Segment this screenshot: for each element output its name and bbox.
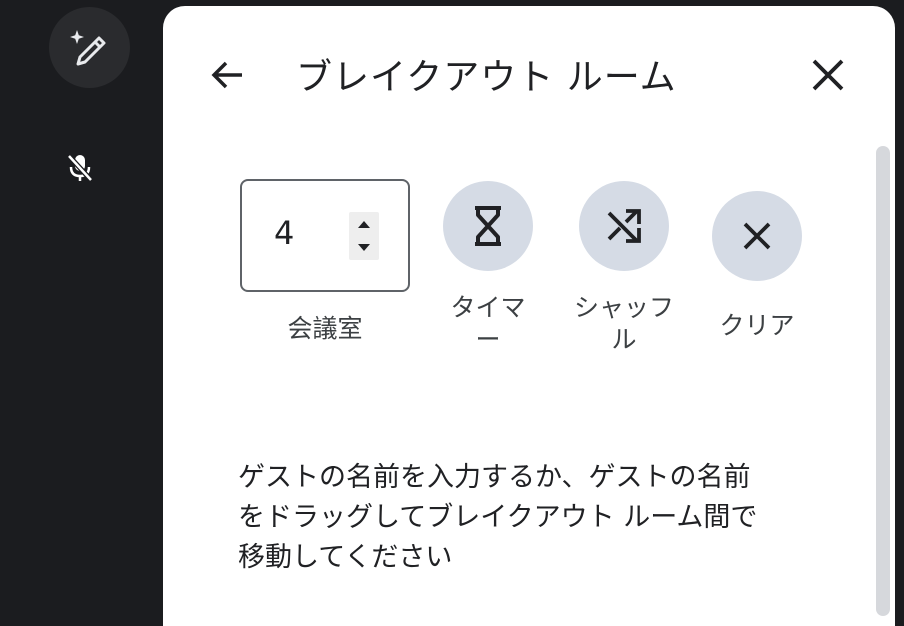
mic-off-button[interactable] xyxy=(64,152,96,184)
panel-title: ブレイクアウト ルーム xyxy=(296,57,677,98)
arrow-back-icon xyxy=(211,61,242,89)
magic-pen-button[interactable] xyxy=(49,7,130,88)
clear-label: クリア xyxy=(719,311,795,340)
shuffle-label: シャッフ ル xyxy=(561,292,687,356)
caret-down-icon xyxy=(358,244,370,251)
breakout-rooms-panel: ブレイクアウト ルーム 4 会議室 タイマ ー シャッフ ル クリア ゲストの名… xyxy=(163,6,895,626)
hourglass-icon xyxy=(475,206,501,246)
close-button[interactable] xyxy=(803,52,853,98)
back-button[interactable] xyxy=(207,54,249,96)
room-count-stepper[interactable] xyxy=(349,212,379,260)
scrollbar[interactable] xyxy=(876,146,890,616)
room-count-label: 会議室 xyxy=(287,314,363,343)
clear-button[interactable] xyxy=(712,191,802,281)
timer-button[interactable] xyxy=(443,181,533,271)
timer-label-line1: タイマ xyxy=(450,293,526,322)
instructions-line2: をドラッグしてブレイクアウト ルーム間で xyxy=(238,502,758,533)
instructions-line1: ゲストの名前を入力するか、ゲストの名前 xyxy=(238,462,751,493)
shuffle-label-line2: ル xyxy=(611,325,637,354)
close-icon xyxy=(812,59,844,91)
room-count-input[interactable]: 4 xyxy=(240,179,410,292)
increment-button[interactable] xyxy=(349,212,379,236)
room-count-value: 4 xyxy=(274,214,295,252)
timer-label: タイマ ー xyxy=(433,292,543,356)
shuffle-icon xyxy=(607,209,641,243)
decrement-button[interactable] xyxy=(349,236,379,260)
left-rail xyxy=(0,0,163,606)
timer-label-line2: ー xyxy=(475,325,501,354)
shuffle-button[interactable] xyxy=(579,181,669,271)
shuffle-label-line1: シャッフ xyxy=(573,293,674,322)
clear-icon xyxy=(743,222,771,250)
magic-pen-icon xyxy=(69,29,105,65)
mic-off-icon xyxy=(67,154,93,182)
caret-up-icon xyxy=(358,221,370,228)
instructions-line3: 移動してください xyxy=(238,542,453,573)
instructions-text: ゲストの名前を入力するか、ゲストの名前 をドラッグしてブレイクアウト ルーム間で… xyxy=(238,458,818,578)
